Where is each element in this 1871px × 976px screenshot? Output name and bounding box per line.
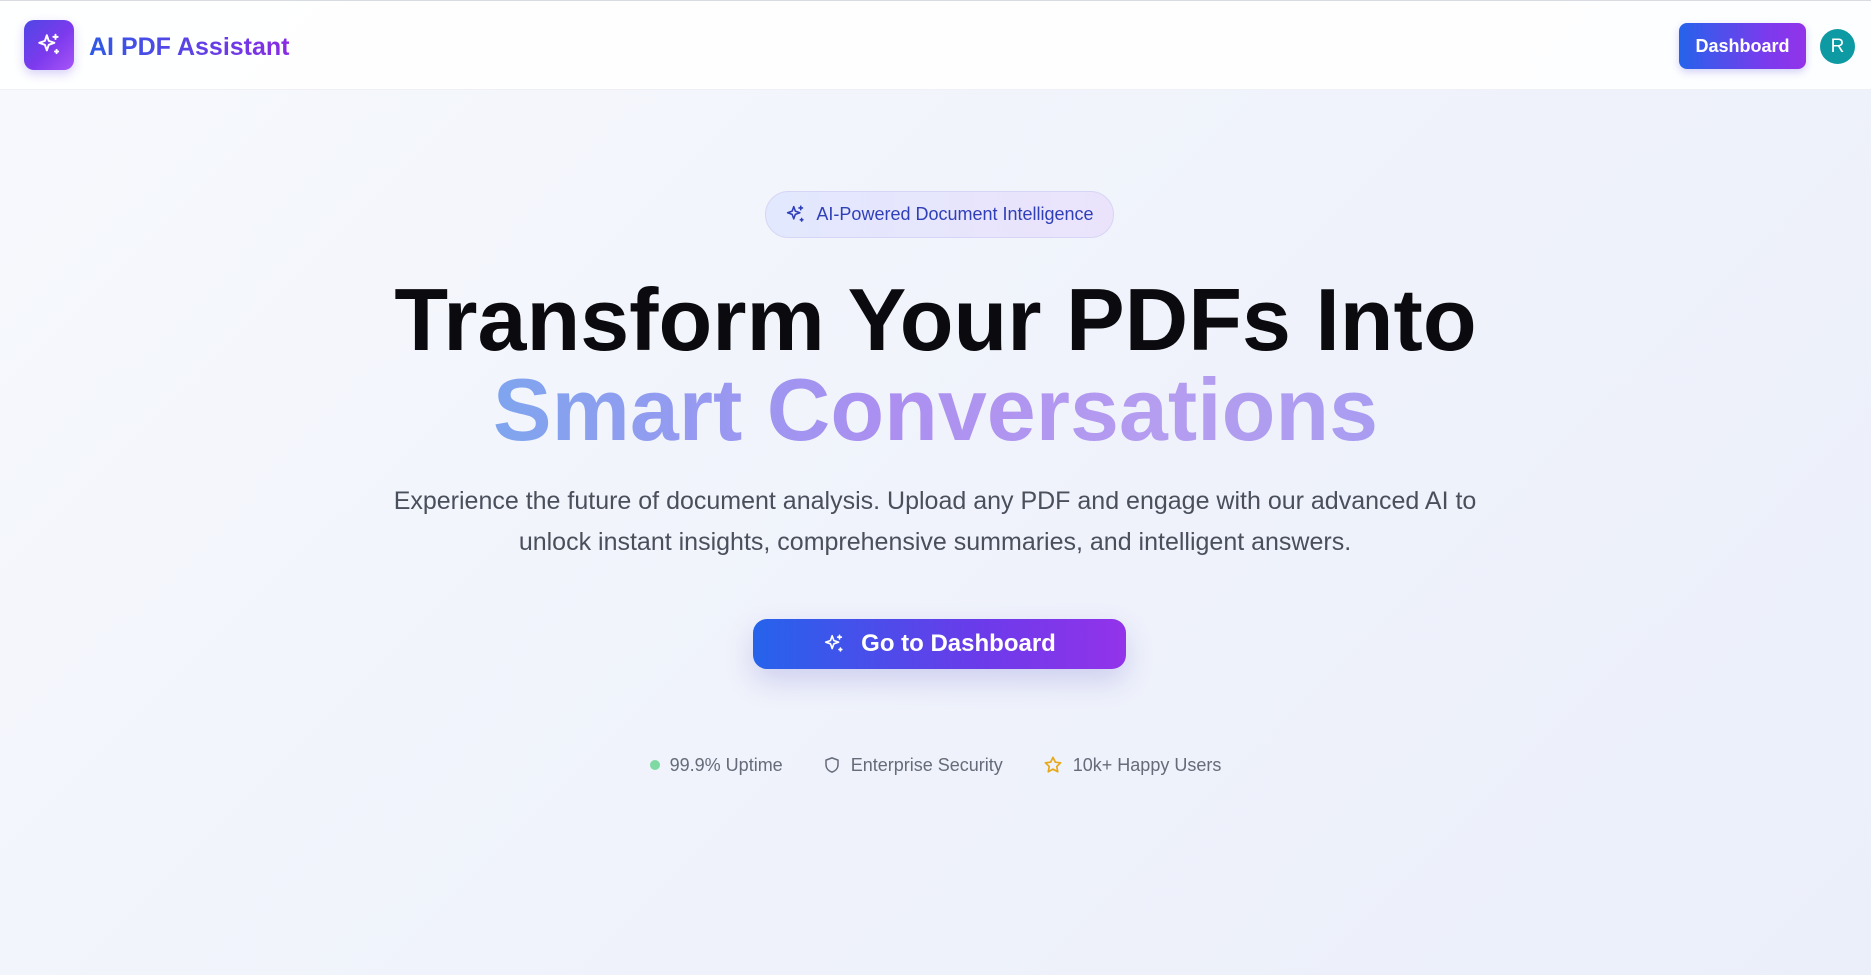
app-logo[interactable] xyxy=(24,20,74,70)
hero-headline-gradient-text: Smart Conversations xyxy=(492,360,1379,459)
sparkles-icon xyxy=(825,634,843,652)
hero-subtitle: Experience the future of document analys… xyxy=(393,487,1477,556)
top-navbar: AI PDF Assistant Dashboard R xyxy=(0,1,1871,90)
stat-security: Enterprise Security xyxy=(823,755,1003,776)
shield-icon xyxy=(824,757,839,773)
ai-badge-label: AI-Powered Document Intelligence xyxy=(816,204,1094,224)
trust-stats: 99.9% Uptime Enterprise Security 10k+ Ha… xyxy=(0,751,1871,779)
sparkles-icon xyxy=(787,205,805,222)
ai-badge: AI-Powered Document Intelligence xyxy=(765,191,1114,238)
stat-uptime-label: 99.9% Uptime xyxy=(669,754,783,775)
hero-headline-highlight: Smart Conversations xyxy=(0,362,1871,458)
sparkles-icon xyxy=(38,33,60,55)
hero-headline: Transform Your PDFs Into xyxy=(394,270,1477,369)
status-dot-icon xyxy=(649,760,660,770)
star-icon xyxy=(1044,756,1062,773)
stat-uptime: 99.9% Uptime xyxy=(649,754,783,776)
user-avatar[interactable]: R xyxy=(1820,29,1855,64)
app-title[interactable]: AI PDF Assistant xyxy=(89,32,290,62)
stat-users: 10k+ Happy Users xyxy=(1043,754,1222,776)
go-to-dashboard-button[interactable]: Go to Dashboard xyxy=(753,619,1126,669)
dashboard-button[interactable]: Dashboard xyxy=(1679,23,1806,69)
stat-security-label: Enterprise Security xyxy=(850,754,1003,775)
go-to-dashboard-label: Go to Dashboard xyxy=(861,630,1056,657)
stat-users-label: 10k+ Happy Users xyxy=(1072,754,1222,775)
